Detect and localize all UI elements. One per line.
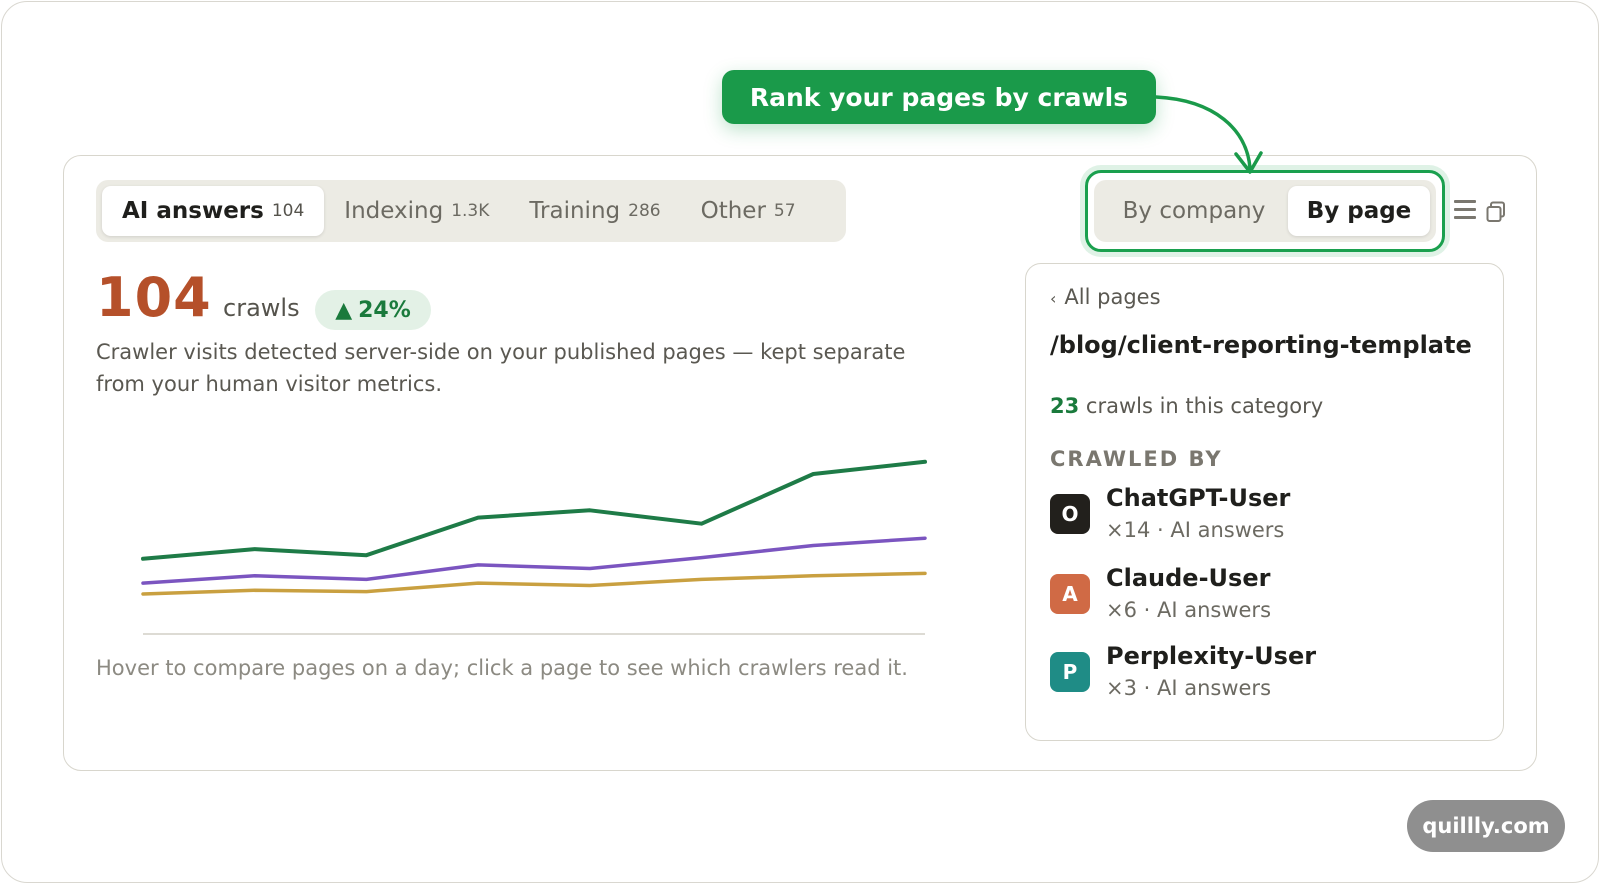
list-icon[interactable] xyxy=(1453,198,1477,222)
bot-name: ChatGPT-User xyxy=(1106,484,1291,512)
tab-label: AI answers xyxy=(122,198,264,224)
by-company-button[interactable]: By company xyxy=(1100,186,1288,236)
tab-ai-answers[interactable]: AI answers 104 xyxy=(102,186,325,236)
bot-row-chatgpt[interactable]: O ChatGPT-User ×14 · AI answers xyxy=(1050,484,1470,548)
bot-name: Claude-User xyxy=(1106,564,1271,592)
all-pages-label: All pages xyxy=(1064,285,1161,309)
bot-detail: ×14 · AI answers xyxy=(1106,518,1285,542)
perplexity-logo-icon: P xyxy=(1050,652,1090,692)
bot-detail: ×6 · AI answers xyxy=(1106,598,1272,622)
copy-icon[interactable] xyxy=(1486,201,1506,223)
by-page-button[interactable]: By page xyxy=(1288,186,1430,236)
tab-count: 57 xyxy=(773,201,796,221)
chart-hint: Hover to compare pages on a day; click a… xyxy=(96,656,908,680)
bot-row-claude[interactable]: A Claude-User ×6 · AI answers xyxy=(1050,564,1470,628)
crawl-count-value: 23 xyxy=(1050,394,1080,418)
tab-label: Indexing xyxy=(344,198,444,224)
summary-description: Crawler visits detected server-side on y… xyxy=(96,340,906,396)
tab-label: Other xyxy=(700,198,766,224)
tab-label: Training xyxy=(529,198,621,224)
crawls-line-chart[interactable] xyxy=(96,430,956,660)
up-triangle-icon: ▲ xyxy=(335,297,353,323)
openai-logo-icon: O xyxy=(1050,494,1090,534)
brand-pill[interactable]: quillly.com xyxy=(1407,800,1565,852)
bot-detail: ×3 · AI answers xyxy=(1106,676,1272,700)
tab-count: 1.3K xyxy=(451,201,490,221)
all-pages-link[interactable]: ‹ All pages xyxy=(1050,285,1161,309)
bot-row-perplexity[interactable]: P Perplexity-User ×3 · AI answers xyxy=(1050,642,1470,706)
crawled-by-heading: CRAWLED BY xyxy=(1050,447,1223,471)
crawl-unit: crawls xyxy=(223,294,300,322)
delta-badge: ▲ 24% xyxy=(315,290,431,330)
view-toggle: By company By page xyxy=(1094,180,1436,242)
tab-indexing[interactable]: Indexing 1.3K xyxy=(324,186,509,236)
page-path: /blog/client-reporting-template xyxy=(1050,331,1472,359)
crawl-total: 104 xyxy=(96,266,212,329)
series-line-1[interactable] xyxy=(141,459,927,561)
tab-other[interactable]: Other 57 xyxy=(681,186,816,236)
callout-banner: Rank your pages by crawls xyxy=(722,70,1156,124)
tab-count: 104 xyxy=(271,201,305,221)
category-tabs: AI answers 104 Indexing 1.3K Training 28… xyxy=(96,180,846,242)
tab-count: 286 xyxy=(628,201,661,221)
crawl-count-label: crawls in this category xyxy=(1085,394,1324,418)
chevron-left-icon: ‹ xyxy=(1050,289,1057,308)
bot-name: Perplexity-User xyxy=(1106,642,1317,670)
category-crawl-count: 23 crawls in this category xyxy=(1050,394,1323,418)
tab-training[interactable]: Training 286 xyxy=(509,186,680,236)
delta-value: 24% xyxy=(358,297,411,323)
anthropic-logo-icon: A xyxy=(1050,574,1090,614)
